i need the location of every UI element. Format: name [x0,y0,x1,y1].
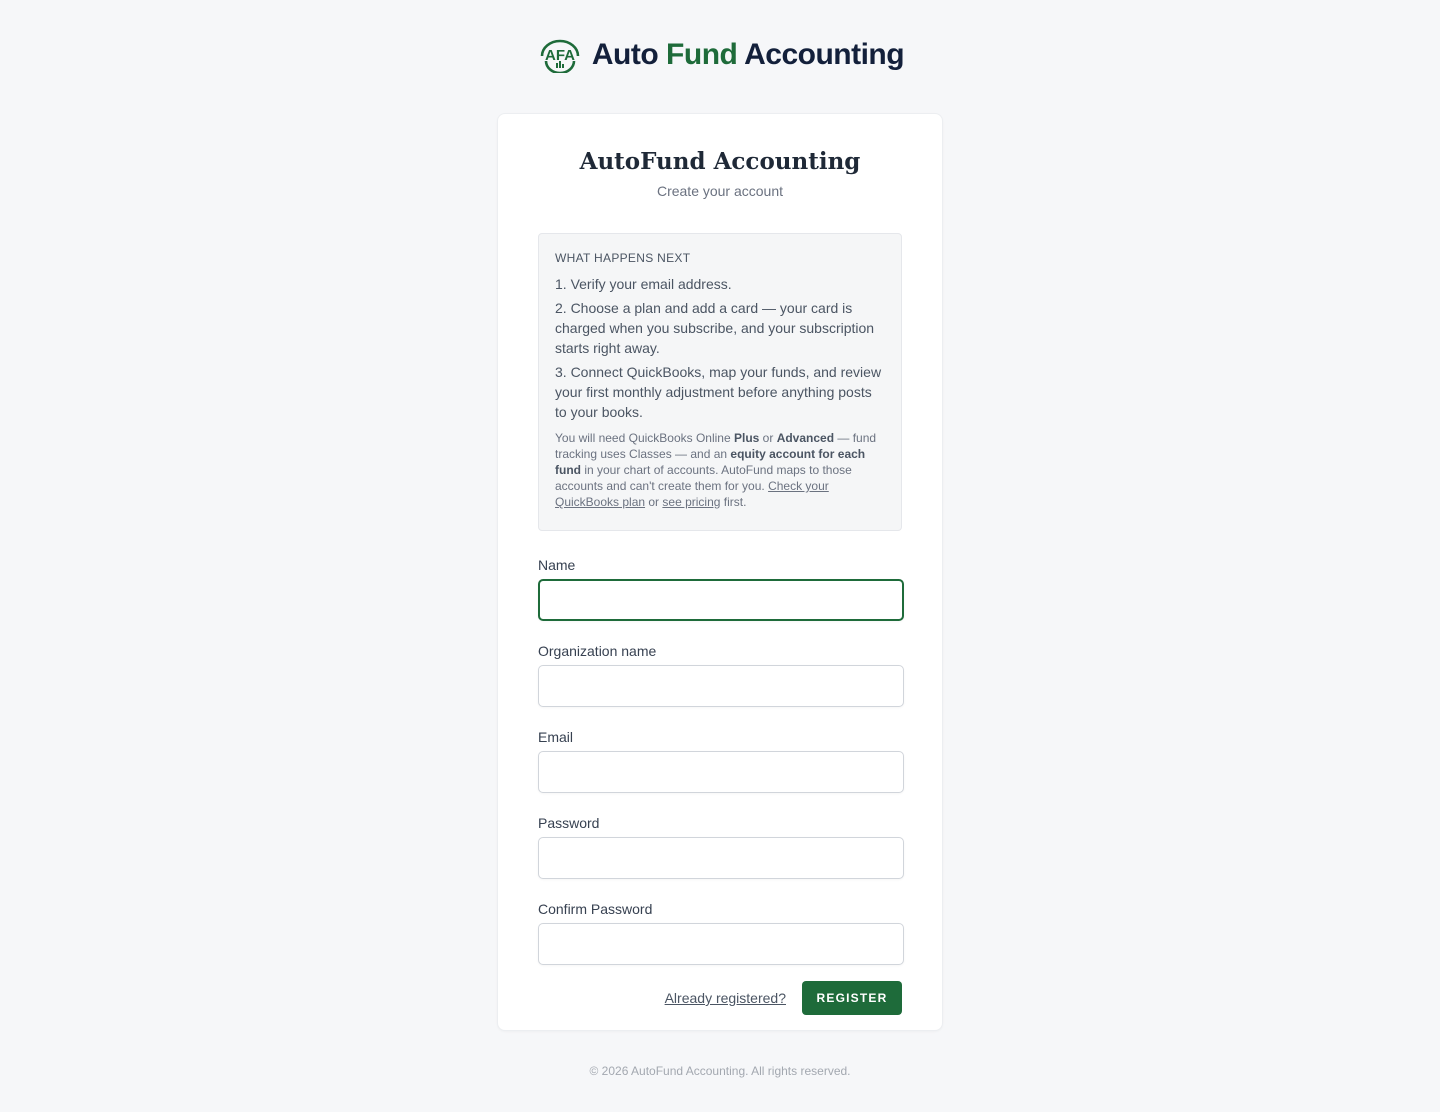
brand-name: Auto Fund Accounting [591,38,905,72]
email-field-group: Email [538,729,904,793]
confirm-password-label: Confirm Password [538,901,653,917]
password-input[interactable] [538,837,904,879]
footer-copyright: © 2026 AutoFund Accounting. All rights r… [589,1064,851,1078]
register-form: Name Organization name Email Password Co… [538,557,904,1015]
info-steps-list: 1. Verify your email address. 2. Choose … [555,274,885,422]
register-card: AutoFund Accounting Create your account … [497,113,943,1031]
page-header: AFA Auto Fund Accounting [0,0,1440,112]
see-pricing-link[interactable]: see pricing [662,495,720,509]
card-title: AutoFund Accounting [579,148,861,175]
organization-name-input[interactable] [538,665,904,707]
confirm-password-field-group: Confirm Password [538,901,904,965]
name-field-group: Name [538,557,904,621]
brand-name-fund: Fund [666,38,738,71]
note-bold-plus: Plus [734,431,760,445]
brand-logo[interactable]: AFA Auto Fund Accounting [536,37,905,73]
what-happens-next-panel: WHAT HAPPENS NEXT 1. Verify your email a… [538,233,902,531]
note-bold-advanced: Advanced [776,431,835,445]
brand-name-accounting: Accounting [744,38,905,71]
note-text: first. [720,495,747,509]
brand-name-auto: Auto [591,38,659,71]
already-registered-link[interactable]: Already registered? [665,990,786,1006]
afa-logo-icon: AFA [540,39,580,73]
password-field-group: Password [538,815,904,879]
info-heading: WHAT HAPPENS NEXT [555,251,691,265]
organization-field-group: Organization name [538,643,904,707]
info-step: 2. Choose a plan and add a card — your c… [555,300,875,356]
info-step: 1. Verify your email address. [555,276,732,292]
note-text: You will need QuickBooks Online [555,431,734,445]
confirm-password-input[interactable] [538,923,904,965]
name-label: Name [538,557,576,573]
organization-name-label: Organization name [538,643,657,659]
note-text: or [759,431,777,445]
quickbooks-requirements-note: You will need QuickBooks Online Plus or … [555,430,885,510]
name-input[interactable] [538,579,904,621]
email-input[interactable] [538,751,904,793]
info-step: 3. Connect QuickBooks, map your funds, a… [555,364,882,420]
register-button[interactable]: REGISTER [802,981,902,1015]
password-label: Password [538,815,600,831]
email-label: Email [538,729,574,745]
card-subtitle: Create your account [656,183,784,199]
form-actions: Already registered? REGISTER [538,981,902,1015]
note-text: or [645,495,663,509]
